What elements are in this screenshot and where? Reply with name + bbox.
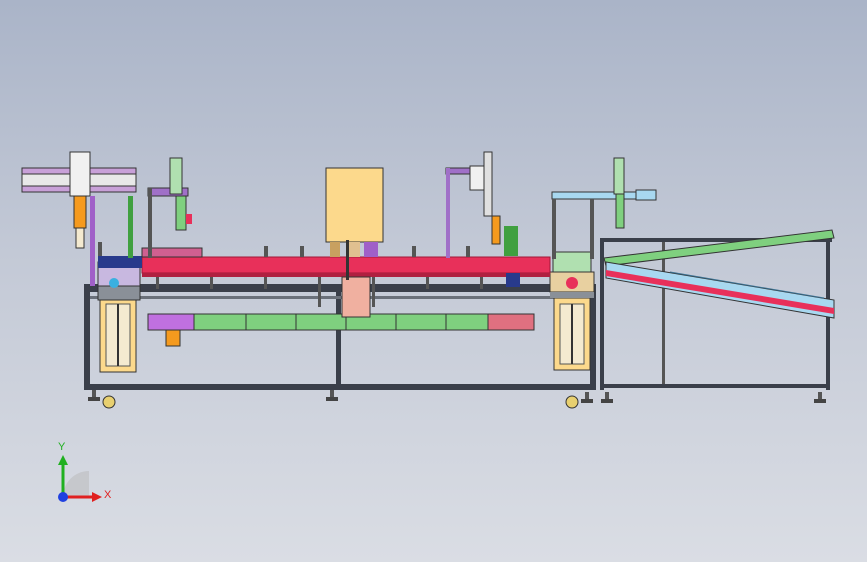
leveling-feet [88, 390, 826, 409]
third-gantry [445, 151, 518, 258]
machine-assembly-front-view[interactable] [0, 0, 867, 562]
y-axis-label: Y [58, 441, 66, 453]
discharge-chute [600, 229, 835, 390]
x-axis-label: X [104, 489, 112, 501]
main-frame [84, 284, 596, 390]
cad-viewport[interactable]: Y X [0, 0, 867, 562]
y-axis-arrow [58, 455, 68, 465]
right-lift-column [549, 251, 595, 371]
x-axis-arrow [92, 492, 102, 502]
second-gantry [147, 157, 192, 258]
coordinate-triad [58, 455, 102, 502]
z-axis-dot [58, 492, 68, 502]
